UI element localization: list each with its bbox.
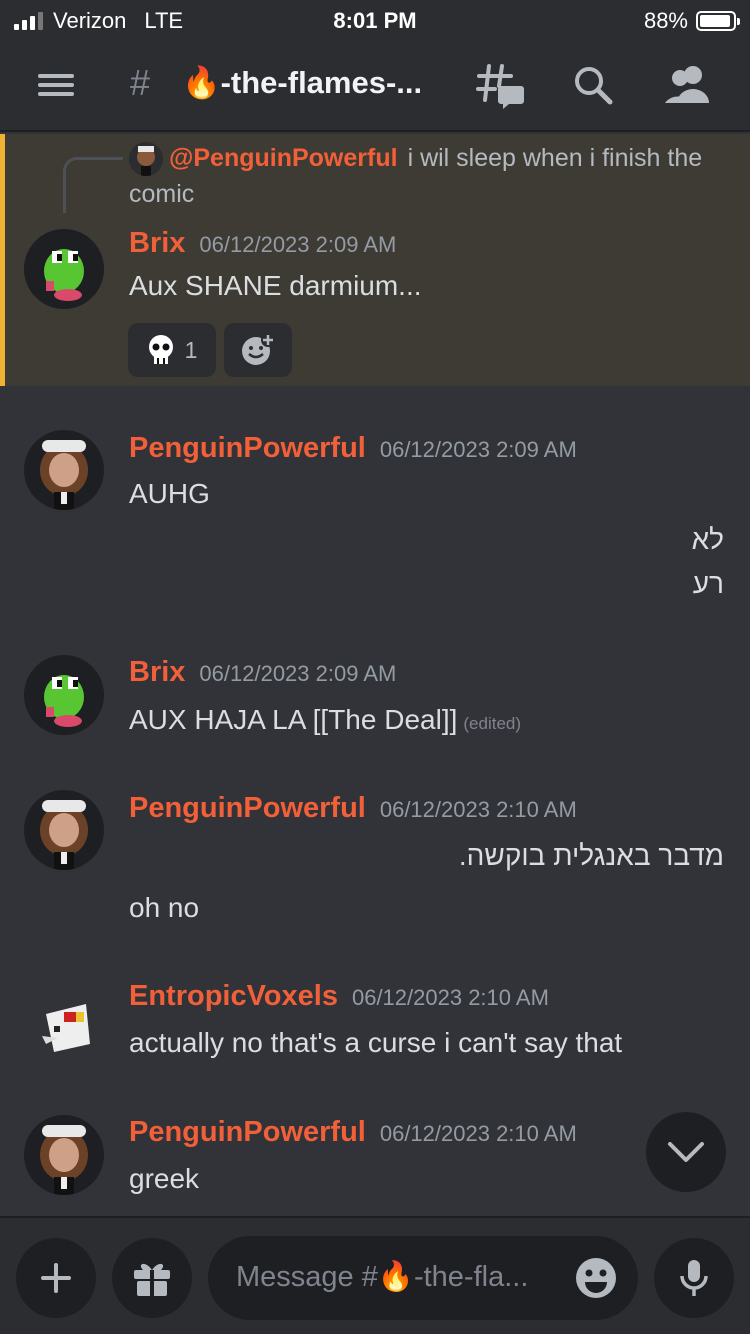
channel-header: # 🔥-the-flames-... — [0, 40, 750, 132]
voice-message-button[interactable] — [654, 1238, 734, 1318]
search-icon[interactable] — [568, 60, 618, 110]
message-author[interactable]: Brix 06/12/2023 2:09 AM — [129, 656, 396, 689]
add-attachment-button[interactable] — [16, 1238, 96, 1318]
message-timestamp: 06/12/2023 2:10 AM — [379, 1121, 577, 1146]
members-icon[interactable] — [662, 60, 712, 110]
message-text: AUHG — [129, 478, 210, 509]
threads-icon[interactable] — [475, 60, 525, 110]
plus-icon — [41, 1263, 71, 1293]
jump-to-bottom-button[interactable] — [646, 1112, 726, 1192]
message-text-rtl: לא — [691, 524, 724, 555]
avatar[interactable] — [24, 430, 104, 510]
channel-name[interactable]: 🔥-the-flames-... — [182, 64, 422, 101]
reply-preview[interactable]: @PenguinPowerful i wil sleep when i finis… — [129, 140, 729, 212]
avatar[interactable] — [24, 655, 104, 735]
message-timestamp: 06/12/2023 2:10 AM — [379, 797, 577, 822]
message-text: oh no — [129, 892, 200, 923]
gift-button[interactable] — [112, 1238, 192, 1318]
avatar[interactable] — [24, 790, 104, 870]
message-author[interactable]: PenguinPowerful 06/12/2023 2:10 AM — [129, 792, 577, 825]
microphone-icon — [680, 1260, 708, 1296]
message-author[interactable]: EntropicVoxels 06/12/2023 2:10 AM — [129, 980, 549, 1013]
message-author[interactable]: PenguinPowerful 06/12/2023 2:10 AM — [129, 1116, 577, 1149]
avatar[interactable] — [24, 229, 104, 309]
message-timestamp: 06/12/2023 2:10 AM — [351, 985, 549, 1010]
message-author[interactable]: PenguinPowerful 06/12/2023 2:09 AM — [129, 432, 577, 465]
channel-hash-icon: # — [130, 62, 151, 103]
avatar[interactable] — [24, 1115, 104, 1195]
message-text-rtl: מדבר באנגלית בוקשה. — [458, 840, 724, 871]
emoji-icon[interactable] — [574, 1256, 618, 1300]
reply-connector — [63, 157, 123, 213]
message-timestamp: 06/12/2023 2:09 AM — [199, 232, 397, 257]
message-placeholder: Message #🔥-the-fla... — [236, 1261, 529, 1293]
message-input[interactable]: Message #🔥-the-fla... — [208, 1236, 638, 1320]
chevron-down-icon — [668, 1142, 704, 1162]
message-text: Aux SHANE darmium... — [129, 270, 422, 301]
message-timestamp: 06/12/2023 2:09 AM — [199, 661, 397, 686]
battery-percent: 88% — [643, 8, 688, 33]
message-text: greek — [129, 1163, 200, 1194]
message-text-rtl: רע — [692, 568, 724, 599]
message-text: actually no that's a curse i can't say t… — [129, 1027, 623, 1058]
skull-icon — [148, 335, 173, 364]
reply-avatar — [129, 142, 163, 177]
menu-icon[interactable] — [31, 60, 81, 110]
add-reaction-button[interactable] — [224, 323, 292, 377]
message-timestamp: 06/12/2023 2:09 AM — [379, 437, 577, 462]
reaction-skull[interactable]: 1 — [128, 323, 216, 377]
gift-icon — [134, 1263, 170, 1296]
reaction-count: 1 — [184, 336, 198, 363]
add-reaction-icon — [242, 333, 275, 365]
avatar[interactable] — [24, 990, 104, 1070]
status-bar: Verizon LTE 8:01 PM 88% — [0, 0, 750, 40]
message-composer: Message #🔥-the-fla... — [0, 1216, 750, 1334]
clock: 8:01 PM — [333, 8, 417, 33]
message-text: AUX HAJA LA [[The Deal]] (edited) — [129, 704, 522, 735]
edited-label: (edited) — [463, 714, 522, 733]
battery-icon — [696, 11, 740, 31]
reply-mention[interactable]: @PenguinPowerful — [169, 144, 398, 172]
message-author[interactable]: Brix 06/12/2023 2:09 AM — [129, 227, 396, 260]
